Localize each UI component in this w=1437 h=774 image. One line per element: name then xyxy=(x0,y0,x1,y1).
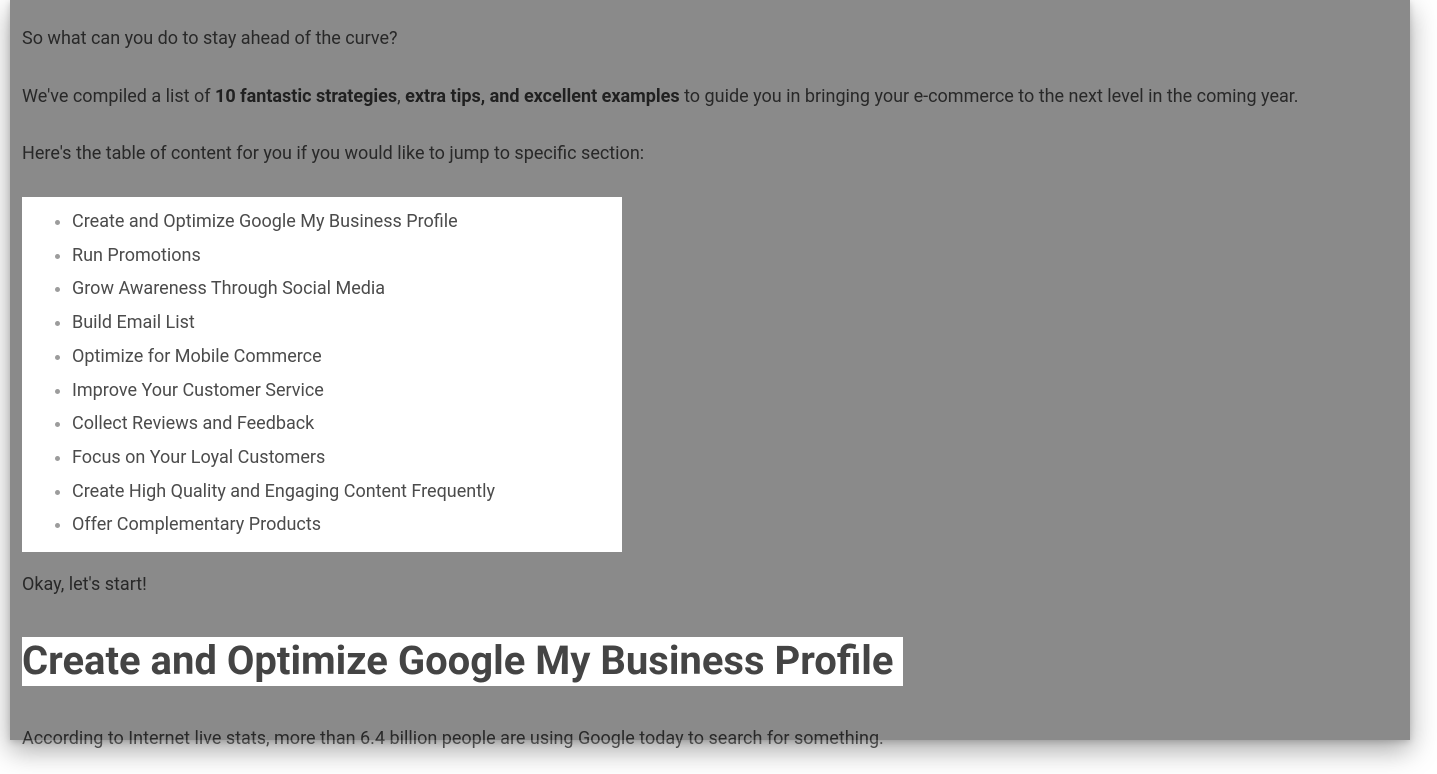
intro-paragraph-1: So what can you do to stay ahead of the … xyxy=(22,24,1398,54)
toc-link[interactable]: Grow Awareness Through Social Media xyxy=(72,278,385,299)
toc-item[interactable]: Create High Quality and Engaging Content… xyxy=(72,477,610,507)
section-body-tail: , more than 6.4 billion people are using… xyxy=(266,728,884,749)
toc-item[interactable]: Build Email List xyxy=(72,308,610,338)
intro-p2-comma: , xyxy=(397,86,405,107)
after-toc-paragraph: Okay, let's start! xyxy=(22,570,1398,600)
toc-link[interactable]: Offer Complementary Products xyxy=(72,514,321,535)
intro-p2-lead: We've compiled a list of xyxy=(22,86,215,107)
section-body-paragraph: According to Internet live stats, more t… xyxy=(22,724,1398,754)
toc-link[interactable]: Improve Your Customer Service xyxy=(72,380,324,401)
article-card: So what can you do to stay ahead of the … xyxy=(10,0,1410,740)
toc-link[interactable]: Collect Reviews and Feedback xyxy=(72,413,314,434)
toc-item[interactable]: Optimize for Mobile Commerce xyxy=(72,342,610,372)
toc-link[interactable]: Focus on Your Loyal Customers xyxy=(72,447,325,468)
intro-paragraph-3: Here's the table of content for you if y… xyxy=(22,139,1398,169)
toc-item[interactable]: Grow Awareness Through Social Media xyxy=(72,274,610,304)
toc-link[interactable]: Run Promotions xyxy=(72,245,201,266)
toc-item[interactable]: Offer Complementary Products xyxy=(72,510,610,540)
intro-p2-tail: to guide you in bringing your e-commerce… xyxy=(680,86,1299,107)
toc-item[interactable]: Create and Optimize Google My Business P… xyxy=(72,207,610,237)
section-heading-text: Create and Optimize Google My Business P… xyxy=(22,637,903,686)
toc-item[interactable]: Collect Reviews and Feedback xyxy=(72,409,610,439)
toc-item[interactable]: Improve Your Customer Service xyxy=(72,376,610,406)
toc-item[interactable]: Focus on Your Loyal Customers xyxy=(72,443,610,473)
intro-p2-bold2: extra tips, and excellent examples xyxy=(405,86,680,107)
toc-link[interactable]: Optimize for Mobile Commerce xyxy=(72,346,322,367)
toc-link[interactable]: Create High Quality and Engaging Content… xyxy=(72,481,495,502)
section-body-lead: According to xyxy=(22,728,128,749)
intro-p2-bold1: 10 fantastic strategies xyxy=(215,86,397,107)
section-heading: Create and Optimize Google My Business P… xyxy=(22,628,1398,694)
table-of-contents: Create and Optimize Google My Business P… xyxy=(22,197,622,552)
intro-paragraph-2: We've compiled a list of 10 fantastic st… xyxy=(22,82,1398,112)
toc-link[interactable]: Create and Optimize Google My Business P… xyxy=(72,211,458,232)
article-content: So what can you do to stay ahead of the … xyxy=(22,24,1398,774)
toc-link[interactable]: Build Email List xyxy=(72,312,195,333)
toc-item[interactable]: Run Promotions xyxy=(72,241,610,271)
internet-live-stats-link[interactable]: Internet live stats xyxy=(128,728,266,749)
